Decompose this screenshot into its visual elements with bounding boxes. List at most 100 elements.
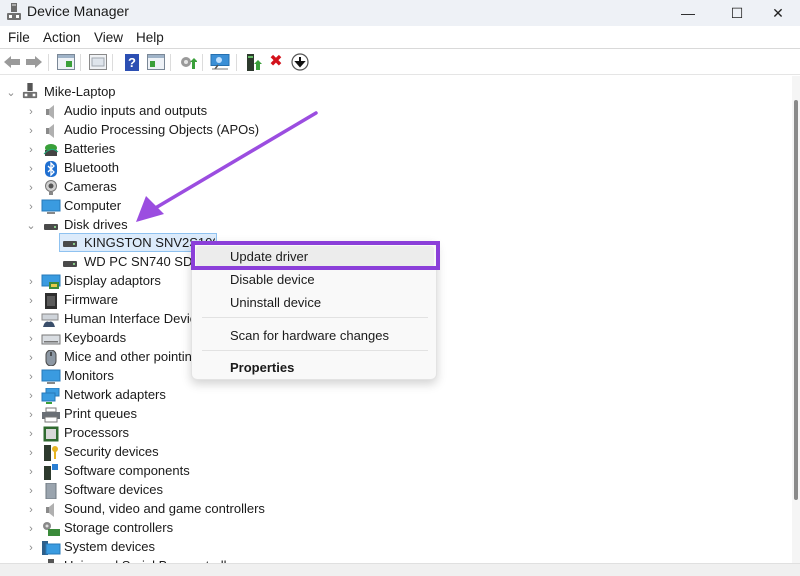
chevron-right-icon[interactable]: › <box>26 500 36 519</box>
menu-file[interactable]: File <box>8 30 30 45</box>
chevron-right-icon[interactable]: › <box>26 329 36 348</box>
chevron-right-icon[interactable]: › <box>26 291 36 310</box>
chevron-right-icon[interactable]: › <box>26 348 36 367</box>
menu-item-properties[interactable]: Properties <box>192 357 438 379</box>
forward-button[interactable] <box>24 53 44 71</box>
chevron-right-icon[interactable]: › <box>26 538 36 557</box>
tree-item-network-adapters[interactable]: › Network adapters <box>0 386 780 405</box>
disk-drive-icon <box>63 241 77 247</box>
menu-help[interactable]: Help <box>136 30 164 45</box>
speaker-icon <box>46 105 54 119</box>
update-driver-button[interactable] <box>178 53 198 71</box>
processor-icon <box>43 426 59 442</box>
bluetooth-icon <box>45 161 57 177</box>
menu-item-disable-device[interactable]: Disable device <box>192 269 438 291</box>
chevron-right-icon[interactable]: › <box>26 178 36 197</box>
tree-item-label: Cameras <box>64 179 117 194</box>
chevron-right-icon[interactable]: › <box>26 159 36 178</box>
chevron-right-icon[interactable]: › <box>26 462 36 481</box>
chevron-right-icon[interactable]: › <box>26 102 36 121</box>
back-button[interactable] <box>2 53 22 71</box>
chevron-right-icon[interactable]: › <box>26 197 36 216</box>
storage-controller-icon <box>43 522 60 536</box>
tree-item-label: System devices <box>64 539 156 554</box>
chevron-right-icon[interactable]: › <box>26 367 36 386</box>
chevron-right-icon[interactable]: › <box>26 121 36 140</box>
maximize-icon: ☐ <box>730 4 744 21</box>
tree-item-label: Bluetooth <box>64 160 119 175</box>
show-hide-console-tree-button[interactable] <box>56 53 76 71</box>
tree-root-node[interactable]: ⌄ Mike-Laptop <box>0 83 780 102</box>
vertical-scrollbar[interactable] <box>792 76 800 563</box>
menu-item-update-driver[interactable]: Update driver <box>192 246 438 268</box>
chevron-right-icon[interactable]: › <box>26 310 36 329</box>
maximize-button[interactable]: ☐ <box>714 0 760 26</box>
tree-item-software-devices[interactable]: › Software devices <box>0 481 780 500</box>
tree-root-label: Mike-Laptop <box>44 84 116 99</box>
menu-item-label: Properties <box>230 360 295 375</box>
menu-item-scan-hardware[interactable]: Scan for hardware changes <box>192 325 438 347</box>
tree-item-batteries[interactable]: › Batteries <box>0 140 780 159</box>
properties-button[interactable] <box>88 53 108 71</box>
chevron-right-icon[interactable]: › <box>26 443 36 462</box>
tree-item-processors[interactable]: › Processors <box>0 424 780 443</box>
chevron-right-icon[interactable]: › <box>26 272 36 291</box>
tree-item-apos[interactable]: › Audio Processing Objects (APOs) <box>0 121 780 140</box>
close-button[interactable]: ✕ <box>755 0 800 26</box>
title-bar: Device Manager — ☐ ✕ <box>0 0 800 26</box>
disable-device-icon <box>291 53 309 71</box>
menu-action[interactable]: Action <box>43 30 81 45</box>
forward-arrow-icon <box>26 56 42 68</box>
toolbar-separator <box>48 54 49 71</box>
tree-item-label: Sound, video and game controllers <box>64 501 265 516</box>
chevron-right-icon[interactable]: › <box>26 424 36 443</box>
menu-item-label: Update driver <box>230 249 309 264</box>
menu-separator <box>202 317 428 318</box>
camera-icon <box>45 180 57 195</box>
tree-item-system-devices[interactable]: › System devices <box>0 538 780 557</box>
tree-item-label: Storage controllers <box>64 520 174 535</box>
tree-item-label: Audio Processing Objects (APOs) <box>64 122 260 137</box>
tree-item-label: Batteries <box>64 141 116 156</box>
help-icon: ? <box>125 53 139 71</box>
uninstall-device-button[interactable]: ✖ <box>266 53 286 71</box>
tree-item-sound-video[interactable]: › Sound, video and game controllers <box>0 500 780 519</box>
tree-item-storage-controllers[interactable]: › Storage controllers <box>0 519 780 538</box>
tree-item-computer[interactable]: › Computer <box>0 197 780 216</box>
disable-device-button[interactable] <box>290 53 310 71</box>
help-button[interactable]: ? <box>122 53 142 71</box>
scan-hardware-button[interactable] <box>210 53 230 71</box>
disk-drive-icon <box>63 261 77 267</box>
uninstall-device-icon: ✖ <box>269 53 283 70</box>
tree-item-cameras[interactable]: › Cameras <box>0 178 780 197</box>
tree-item-audio-inputs[interactable]: › Audio inputs and outputs <box>0 102 780 121</box>
display-adapter-icon <box>41 274 61 289</box>
system-devices-icon <box>42 541 61 555</box>
tree-item-software-components[interactable]: › Software components <box>0 462 780 481</box>
computer-tower-icon <box>22 83 38 99</box>
minimize-button[interactable]: — <box>665 0 711 26</box>
window-title: Device Manager <box>27 3 129 19</box>
chevron-right-icon[interactable]: › <box>26 140 36 159</box>
update-driver-icon <box>181 57 197 69</box>
tree-item-print-queues[interactable]: › Print queues <box>0 405 780 424</box>
menu-item-uninstall-device[interactable]: Uninstall device <box>192 292 438 314</box>
tree-item-label: Monitors <box>64 368 114 383</box>
context-menu: Update driver Disable device Uninstall d… <box>191 241 437 380</box>
chevron-right-icon[interactable]: › <box>26 519 36 538</box>
chevron-right-icon[interactable]: › <box>26 405 36 424</box>
tree-item-label: Computer <box>64 198 122 213</box>
add-legacy-hardware-button[interactable] <box>244 53 264 71</box>
scrollbar-thumb[interactable] <box>794 100 798 500</box>
tree-item-bluetooth[interactable]: › Bluetooth <box>0 159 780 178</box>
menu-view[interactable]: View <box>94 30 123 45</box>
tree-item-security-devices[interactable]: › Security devices <box>0 443 780 462</box>
chevron-right-icon[interactable]: › <box>26 481 36 500</box>
menu-item-label: Disable device <box>230 272 315 287</box>
chevron-right-icon[interactable]: › <box>26 386 36 405</box>
minimize-icon: — <box>681 5 695 21</box>
mouse-icon <box>45 350 57 366</box>
show-hide-action-pane-button[interactable] <box>146 53 166 71</box>
battery-icon <box>43 144 59 156</box>
chevron-down-icon[interactable]: ⌄ <box>6 83 16 102</box>
